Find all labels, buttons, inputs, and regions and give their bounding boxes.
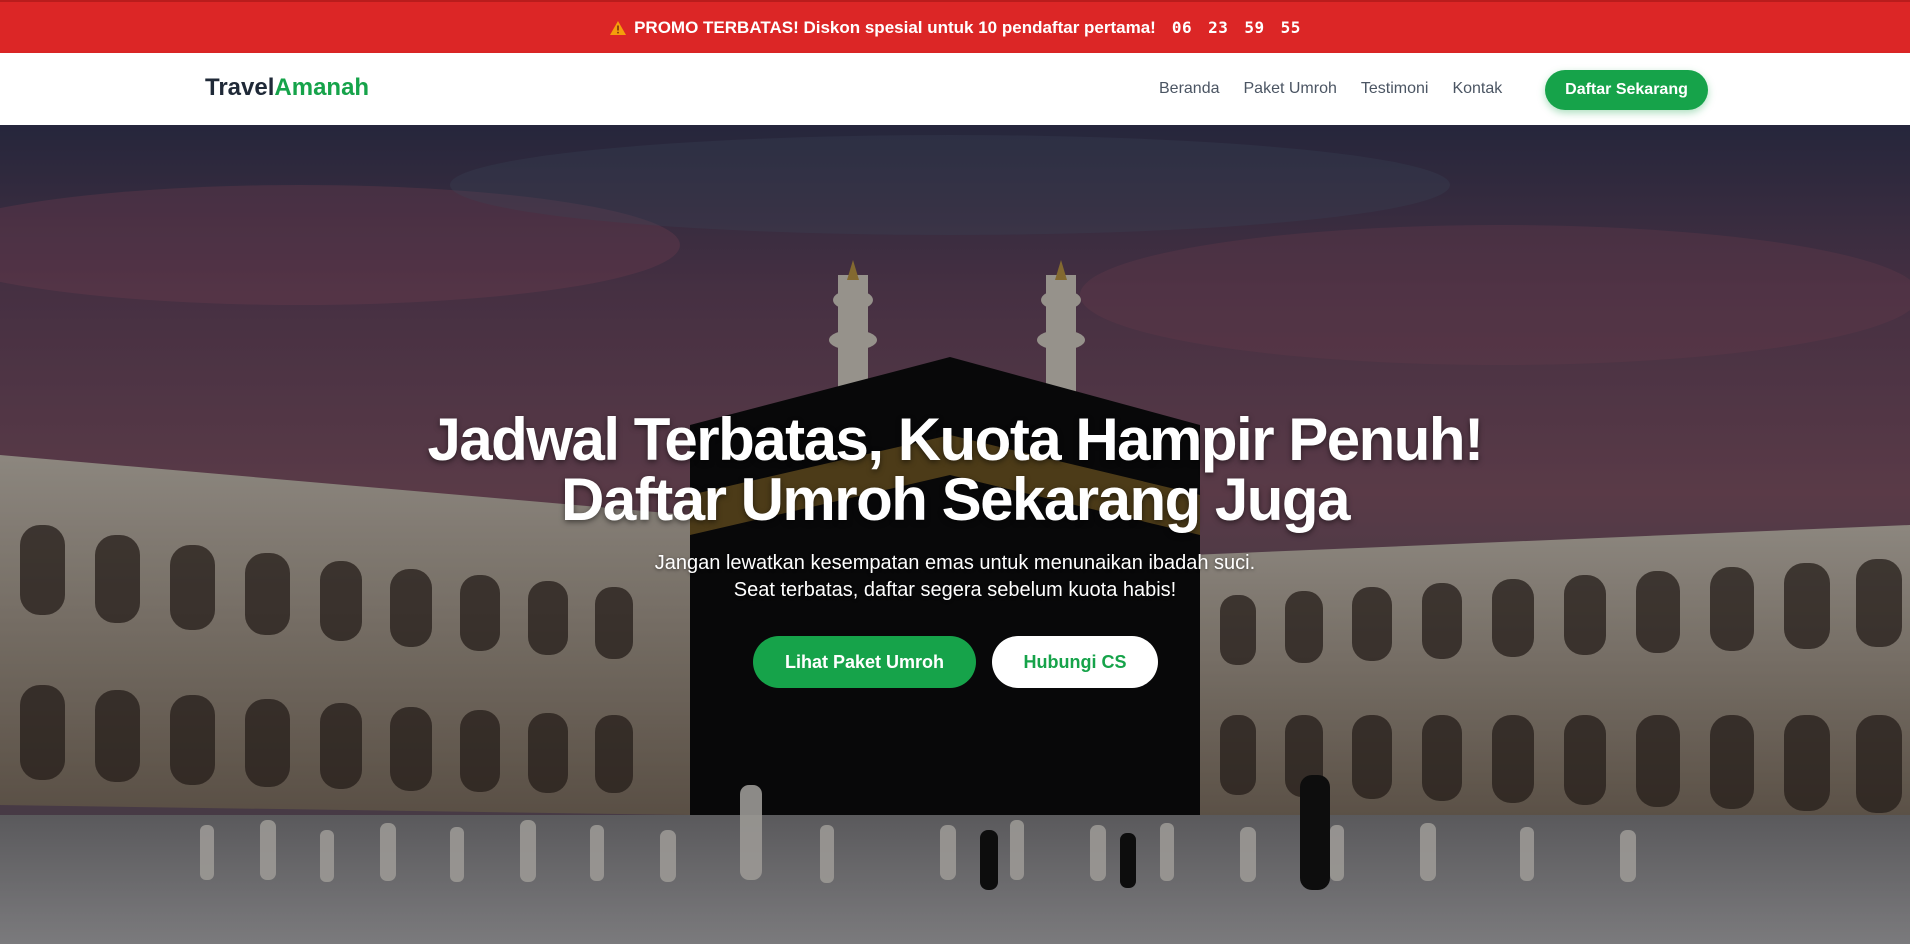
nav-link-beranda[interactable]: Beranda (1159, 80, 1220, 98)
daftar-sekarang-button[interactable]: Daftar Sekarang (1545, 70, 1708, 110)
promo-bar: PROMO TERBATAS! Diskon spesial untuk 10 … (0, 0, 1910, 53)
brand-text-travel: Travel (205, 74, 275, 101)
brand-text-amanah: Amanah (274, 74, 370, 101)
hero-subtitle-line2: Seat terbatas, daftar segera sebelum kuo… (733, 579, 1177, 601)
countdown-seconds: 55 (1280, 18, 1301, 37)
nav-link-testimoni[interactable]: Testimoni (1361, 80, 1429, 98)
hero-title: Jadwal Terbatas, Kuota Hampir Penuh! Daf… (0, 410, 1910, 530)
hero-subtitle-line1: Jangan lewatkan kesempatan emas untuk me… (654, 552, 1256, 574)
hero-dark-overlay (0, 125, 1910, 944)
nav-link-paket-umroh[interactable]: Paket Umroh (1244, 80, 1337, 98)
warning-icon (610, 20, 627, 35)
countdown-days: 06 (1171, 18, 1193, 37)
countdown-timer: 06 23 59 55 (1172, 18, 1301, 37)
countdown-minutes: 59 (1244, 18, 1265, 37)
lihat-paket-umroh-button[interactable]: Lihat Paket Umroh (753, 636, 976, 688)
promo-text: PROMO TERBATAS! Diskon spesial untuk 10 … (634, 17, 1156, 37)
hero-subtitle: Jangan lewatkan kesempatan emas untuk me… (0, 550, 1910, 604)
countdown-hours: 23 (1208, 18, 1229, 37)
hero-title-line1: Jadwal Terbatas, Kuota Hampir Penuh! (427, 406, 1484, 473)
nav-links: Beranda Paket Umroh Testimoni Kontak (1159, 53, 1526, 125)
brand-logo[interactable]: TravelAmanah (205, 74, 369, 102)
hubungi-cs-button[interactable]: Hubungi CS (992, 636, 1158, 688)
nav-link-kontak[interactable]: Kontak (1452, 80, 1502, 98)
navbar: TravelAmanah Beranda Paket Umroh Testimo… (0, 53, 1910, 125)
hero-section: Jadwal Terbatas, Kuota Hampir Penuh! Daf… (0, 125, 1910, 944)
hero-title-line2: Daftar Umroh Sekarang Juga (561, 466, 1350, 533)
